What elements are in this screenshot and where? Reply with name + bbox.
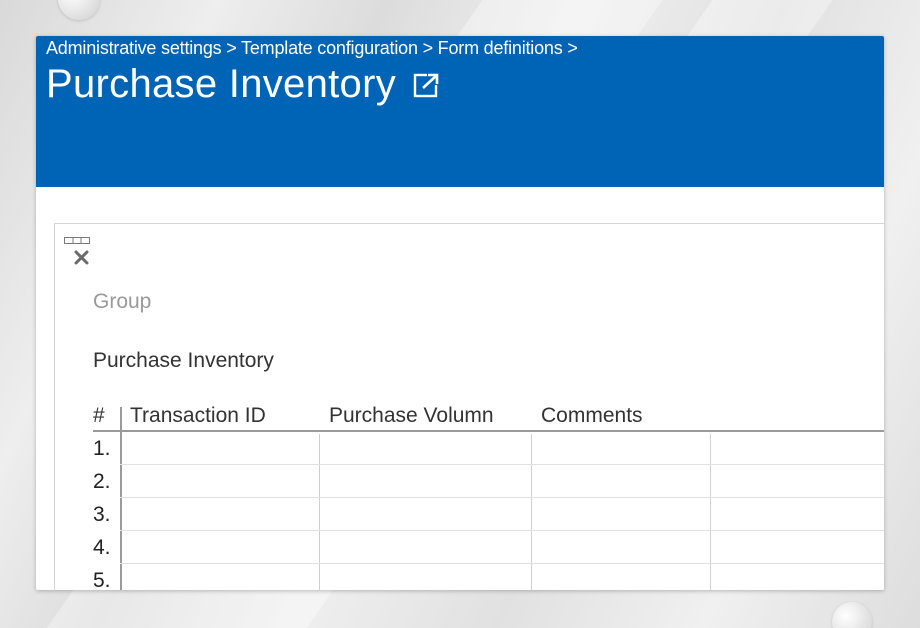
table-row[interactable]: 3. <box>93 498 884 531</box>
table-row[interactable]: 5. <box>93 564 884 590</box>
drag-handle-icon[interactable] <box>64 237 90 244</box>
row-number: 3. <box>93 503 111 526</box>
decorative-bubble <box>58 0 100 20</box>
table-row[interactable]: 1. <box>93 432 884 465</box>
page-header: Administrative settings > Template confi… <box>36 36 884 187</box>
row-number: 5. <box>93 569 111 590</box>
background-stripe <box>46 590 334 628</box>
column-header-transaction-id[interactable]: Transaction ID <box>130 404 266 428</box>
table-header: # Transaction ID Purchase Volumn Comment… <box>93 404 884 430</box>
panel-tools <box>64 237 94 273</box>
column-header-number: # <box>93 404 105 427</box>
background-stripe <box>457 0 663 36</box>
breadcrumb[interactable]: Administrative settings > Template confi… <box>46 38 578 59</box>
column-header-purchase-volume[interactable]: Purchase Volumn <box>329 404 494 428</box>
row-number: 2. <box>93 470 111 493</box>
table-row[interactable]: 2. <box>93 465 884 498</box>
close-icon[interactable] <box>74 250 89 265</box>
form-editor-window: Administrative settings > Template confi… <box>36 36 884 590</box>
row-number: 4. <box>93 536 111 559</box>
decorative-bubble <box>832 602 872 628</box>
table-row[interactable]: 4. <box>93 531 884 564</box>
section-title: Purchase Inventory <box>93 349 274 372</box>
title-row: Purchase Inventory <box>46 62 442 107</box>
external-link-icon[interactable] <box>412 70 442 100</box>
row-number: 1. <box>93 437 111 460</box>
background-stripe <box>687 0 833 36</box>
group-label: Group <box>93 290 152 313</box>
group-panel: Group Purchase Inventory # Transaction I… <box>54 223 884 590</box>
inventory-table: # Transaction ID Purchase Volumn Comment… <box>93 404 884 590</box>
column-header-comments[interactable]: Comments <box>541 404 643 428</box>
page-title: Purchase Inventory <box>46 62 397 106</box>
